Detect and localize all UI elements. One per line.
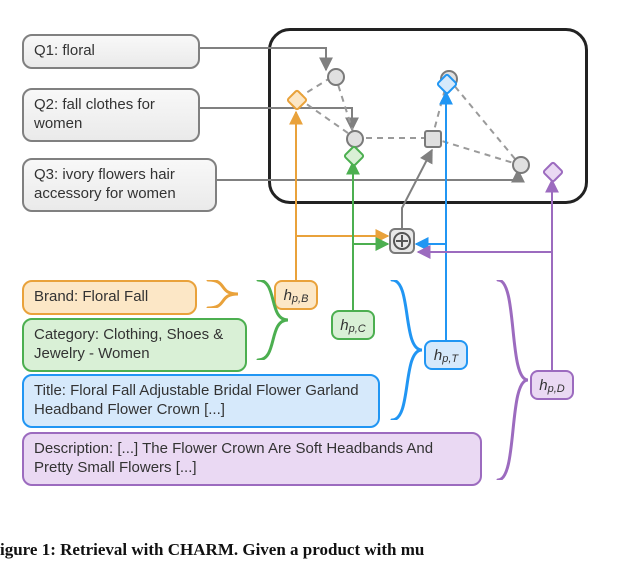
h-sub: p,C: [349, 324, 366, 335]
field-description: Description: [...] The Flower Crown Are …: [22, 432, 482, 486]
query-q1: Q1: floral: [22, 34, 200, 69]
field-label: Brand:: [34, 288, 78, 305]
graph-node: [512, 156, 530, 174]
graph-node-square: [424, 130, 442, 148]
h-prefix: h: [539, 378, 547, 393]
h-sub: p,T: [442, 354, 458, 365]
field-category: Category: Clothing, Shoes & Jewelry - Wo…: [22, 318, 247, 372]
embedding-label-brand: hp,B: [274, 280, 318, 310]
plus-icon: [393, 232, 411, 250]
field-value: Floral Fall: [82, 288, 148, 305]
h-sub: p,D: [548, 384, 565, 395]
field-value: Floral Fall Adjustable Bridal Flower Gar…: [34, 382, 359, 418]
query-text: floral: [62, 42, 95, 59]
figure-canvas: Q1: floral Q2: fall clothes for women Q3…: [0, 0, 628, 562]
figure-caption: igure 1: Retrieval with CHARM. Given a p…: [0, 540, 628, 560]
query-label: Q2:: [34, 96, 58, 113]
field-brand: Brand: Floral Fall: [22, 280, 197, 315]
brace-brand: [200, 280, 260, 308]
graph-node: [327, 68, 345, 86]
query-q2: Q2: fall clothes for women: [22, 88, 200, 142]
embedding-label-title: hp,T: [424, 340, 468, 370]
query-label: Q1:: [34, 42, 58, 59]
h-sub: p,B: [292, 294, 309, 305]
embedding-label-description: hp,D: [530, 370, 574, 400]
query-q3: Q3: ivory flowers hair accessory for wom…: [22, 158, 217, 212]
field-title: Title: Floral Fall Adjustable Bridal Flo…: [22, 374, 380, 428]
field-label: Category:: [34, 326, 99, 343]
embedding-label-category: hp,C: [331, 310, 375, 340]
field-label: Description:: [34, 440, 113, 457]
h-prefix: h: [340, 318, 348, 333]
query-label: Q3:: [34, 166, 58, 183]
latent-space-box: [268, 28, 588, 204]
h-prefix: h: [284, 288, 292, 303]
combine-node: [389, 228, 415, 254]
h-prefix: h: [434, 348, 442, 363]
field-label: Title:: [34, 382, 66, 399]
